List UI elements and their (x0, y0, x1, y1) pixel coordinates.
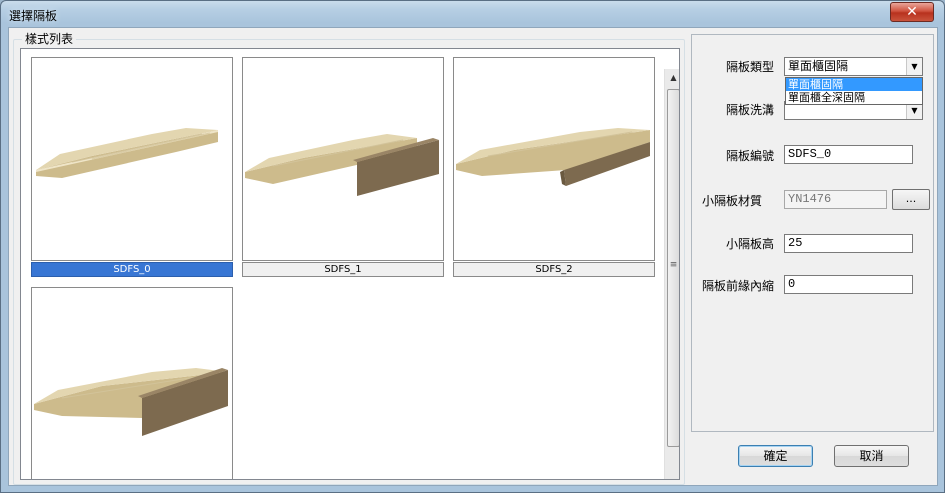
style-tile-sdfs-2[interactable]: SDFS_2 (453, 57, 655, 277)
small-height-input[interactable]: 25 (784, 234, 913, 253)
ok-button[interactable]: 確定 (738, 445, 813, 467)
small-material-input: YN1476 (784, 190, 887, 209)
style-thumbnail[interactable] (453, 57, 655, 261)
board-code-input[interactable]: SDFS_0 (784, 145, 913, 164)
properties-panel: 隔板類型 單面櫃固隔 ▼ 單面櫃固隔 單面櫃全深固隔 隔板洗溝 ▼ 隔板編號 S… (691, 34, 934, 432)
window-title: 選擇隔板 (9, 9, 58, 23)
board-type-value: 單面櫃固隔 (788, 59, 849, 73)
board-type-label: 隔板類型 (726, 60, 775, 74)
style-caption: SDFS_1 (242, 262, 444, 277)
groove-label: 隔板洗溝 (726, 103, 775, 117)
dropdown-option[interactable]: 單面櫃全深固隔 (786, 91, 922, 104)
style-tile-3[interactable] (31, 287, 233, 479)
scroll-thumb[interactable]: ≡ (667, 89, 679, 447)
style-tile-sdfs-0[interactable]: SDFS_0 (31, 57, 233, 277)
small-material-label: 小隔板材質 (702, 194, 763, 208)
style-thumbnail[interactable] (31, 57, 233, 261)
style-caption: SDFS_0 (31, 262, 233, 277)
dialog-window: 選擇隔板 ✕ 樣式列表 SDFS_0 SDFS_1 SDFS_2 ▲ ≡ 隔板類… (0, 0, 945, 493)
grip-icon: ≡ (669, 260, 678, 270)
cancel-button[interactable]: 取消 (834, 445, 909, 467)
title-bar[interactable]: 選擇隔板 ✕ (1, 1, 944, 27)
front-inset-label: 隔板前緣內縮 (702, 279, 775, 293)
dialog-client-area: 樣式列表 SDFS_0 SDFS_1 SDFS_2 ▲ ≡ 隔板類型 單面櫃固隔… (8, 27, 938, 486)
style-caption: SDFS_2 (453, 262, 655, 277)
style-tile-sdfs-1[interactable]: SDFS_1 (242, 57, 444, 277)
styles-scrollbar[interactable]: ▲ ≡ ▼ (664, 69, 679, 479)
board-type-dropdown[interactable]: 單面櫃固隔 單面櫃全深固隔 (785, 77, 923, 105)
close-button[interactable]: ✕ (890, 2, 934, 22)
close-icon: ✕ (906, 4, 918, 20)
dropdown-option[interactable]: 單面櫃固隔 (786, 78, 922, 91)
board-type-select[interactable]: 單面櫃固隔 ▼ (784, 57, 923, 76)
styles-group-label: 樣式列表 (22, 32, 77, 46)
styles-list[interactable]: SDFS_0 SDFS_1 SDFS_2 ▲ ≡ (20, 48, 680, 480)
scroll-up-icon[interactable]: ▲ (666, 70, 679, 86)
browse-material-button[interactable]: ... (892, 189, 930, 210)
style-thumbnail[interactable] (31, 287, 233, 479)
small-height-label: 小隔板高 (726, 237, 775, 251)
chevron-down-icon[interactable]: ▼ (906, 58, 922, 75)
front-inset-input[interactable]: 0 (784, 275, 913, 294)
style-thumbnail[interactable] (242, 57, 444, 261)
board-code-label: 隔板編號 (726, 149, 775, 163)
